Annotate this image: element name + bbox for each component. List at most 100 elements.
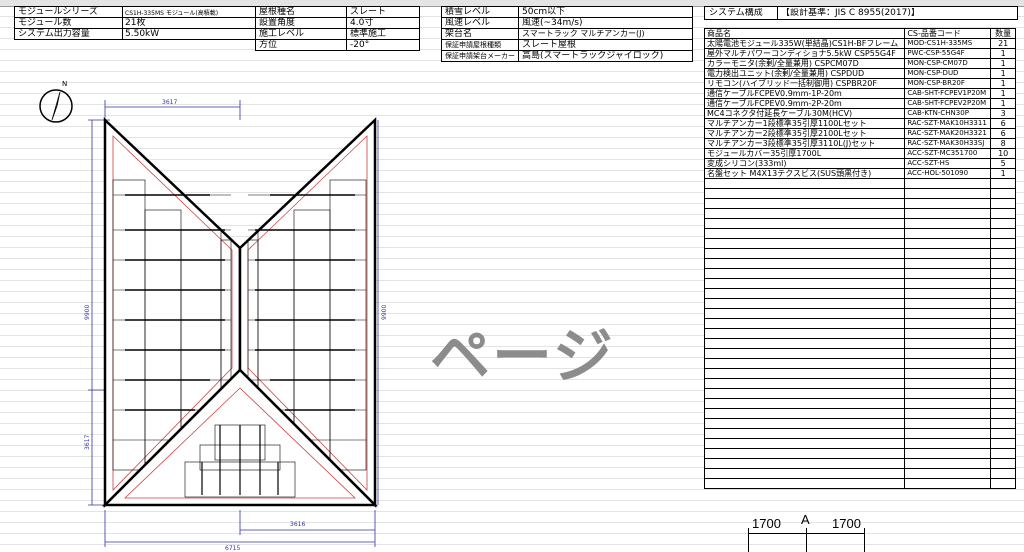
parts-cell-code[interactable]: CAB-SHT-FCPEV2P20M	[904, 98, 992, 109]
parts-cell-empty[interactable]	[990, 468, 1016, 479]
parts-cell-empty[interactable]	[703, 198, 906, 209]
parts-cell-code[interactable]: RAC-SZT-MAK30H33SJ	[904, 138, 992, 149]
parts-cell-empty[interactable]	[904, 328, 992, 339]
mount-name-value[interactable]: スマートラック マルチアンカー(J)	[522, 29, 645, 39]
parts-cell-empty[interactable]	[904, 258, 992, 269]
parts-cell-empty[interactable]	[703, 348, 906, 359]
parts-cell-code[interactable]: CAB-SHT-FCPEV1P20M	[904, 88, 992, 99]
parts-cell-empty[interactable]	[990, 428, 1016, 439]
parts-cell-empty[interactable]	[990, 398, 1016, 409]
parts-cell-code[interactable]: MOD-CS1H-335MS	[904, 38, 992, 49]
parts-cell-empty[interactable]	[990, 318, 1016, 329]
parts-cell-empty[interactable]	[990, 308, 1016, 319]
parts-cell-code[interactable]: MON-CSP-BR20F	[904, 78, 992, 89]
parts-cell-qty[interactable]: 21	[990, 38, 1016, 49]
parts-cell-code[interactable]: RAC-SZT-MAK20H3321	[904, 128, 992, 139]
parts-cell-empty[interactable]	[904, 358, 992, 369]
parts-cell-empty[interactable]	[990, 348, 1016, 359]
parts-cell-qty[interactable]: 1	[990, 48, 1016, 59]
parts-cell-empty[interactable]	[904, 468, 992, 479]
parts-cell-name[interactable]: モジュールカバー35引厚1700L	[703, 148, 906, 159]
parts-cell-code[interactable]: MON-CSP-DUD	[904, 68, 992, 79]
parts-cell-name[interactable]: リモコン(ハイブリッド一括制御用) CSPBR20F	[703, 78, 906, 89]
parts-cell-code[interactable]: CAB-KTN-CHN30P	[904, 108, 992, 119]
parts-cell-qty[interactable]: 6	[990, 118, 1016, 129]
system-output-value[interactable]: 5.50kW	[125, 29, 159, 39]
parts-cell-empty[interactable]	[904, 198, 992, 209]
parts-cell-qty[interactable]: 8	[990, 138, 1016, 149]
parts-cell-empty[interactable]	[990, 218, 1016, 229]
parts-cell-empty[interactable]	[990, 408, 1016, 419]
parts-cell-name[interactable]: 屋外マルチパワーコンディショナ5.5kW CSP55G4F	[703, 48, 906, 59]
parts-cell-name[interactable]: 太陽電池モジュール335W(単結晶)CS1H-BFフレーム	[703, 38, 906, 49]
parts-cell-empty[interactable]	[904, 218, 992, 229]
parts-cell-qty[interactable]: 1	[990, 58, 1016, 69]
parts-cell-empty[interactable]	[904, 288, 992, 299]
parts-cell-empty[interactable]	[990, 478, 1016, 489]
parts-cell-empty[interactable]	[990, 298, 1016, 309]
parts-cell-empty[interactable]	[904, 478, 992, 489]
parts-cell-empty[interactable]	[990, 178, 1016, 189]
parts-cell-empty[interactable]	[990, 278, 1016, 289]
parts-cell-empty[interactable]	[990, 198, 1016, 209]
parts-cell-empty[interactable]	[703, 318, 906, 329]
parts-cell-empty[interactable]	[703, 238, 906, 249]
parts-cell-name[interactable]: 通信ケーブルFCPEV0.9mm-2P-20m	[703, 98, 906, 109]
warranty-roof-value[interactable]: スレート屋根	[522, 40, 576, 50]
parts-cell-empty[interactable]	[703, 358, 906, 369]
parts-cell-empty[interactable]	[904, 308, 992, 319]
parts-cell-empty[interactable]	[990, 388, 1016, 399]
parts-cell-code[interactable]: MON-CSP-CM07D	[904, 58, 992, 69]
parts-cell-empty[interactable]	[703, 288, 906, 299]
module-count-value[interactable]: 21枚	[125, 18, 145, 28]
parts-cell-empty[interactable]	[703, 268, 906, 279]
parts-cell-qty[interactable]: 1	[990, 88, 1016, 99]
parts-cell-empty[interactable]	[990, 328, 1016, 339]
parts-cell-empty[interactable]	[703, 178, 906, 189]
wind-level-value[interactable]: 風速(~34m/s)	[522, 18, 583, 28]
parts-cell-code[interactable]: PWC-CSP-55G4F	[904, 48, 992, 59]
parts-cell-empty[interactable]	[904, 318, 992, 329]
parts-cell-empty[interactable]	[990, 288, 1016, 299]
parts-cell-empty[interactable]	[703, 298, 906, 309]
parts-cell-name[interactable]: 通信ケーブルFCPEV0.9mm-1P-20m	[703, 88, 906, 99]
parts-cell-empty[interactable]	[703, 458, 906, 469]
parts-cell-empty[interactable]	[703, 188, 906, 199]
parts-cell-empty[interactable]	[703, 418, 906, 429]
parts-cell-empty[interactable]	[703, 338, 906, 349]
parts-cell-empty[interactable]	[904, 238, 992, 249]
warranty-maker-value[interactable]: 高島(スマートラックジャイロック)	[522, 51, 663, 61]
parts-cell-empty[interactable]	[990, 378, 1016, 389]
parts-cell-empty[interactable]	[990, 458, 1016, 469]
parts-cell-empty[interactable]	[703, 388, 906, 399]
parts-cell-empty[interactable]	[703, 468, 906, 479]
parts-cell-empty[interactable]	[703, 208, 906, 219]
parts-cell-empty[interactable]	[703, 218, 906, 229]
parts-cell-name[interactable]: マルチアンカー1段標準35引厚1100Lセット	[703, 118, 906, 129]
parts-cell-empty[interactable]	[703, 378, 906, 389]
parts-cell-qty[interactable]: 1	[990, 68, 1016, 79]
parts-cell-qty[interactable]: 10	[990, 148, 1016, 159]
parts-cell-name[interactable]: マルチアンカー3段標準35引厚3110L(J)セット	[703, 138, 906, 149]
parts-cell-empty[interactable]	[703, 368, 906, 379]
parts-cell-empty[interactable]	[904, 178, 992, 189]
parts-cell-empty[interactable]	[990, 438, 1016, 449]
parts-cell-empty[interactable]	[990, 258, 1016, 269]
parts-cell-code[interactable]: RAC-SZT-MAK10H3311	[904, 118, 992, 129]
parts-cell-code[interactable]: ACC-SZT-MC351700	[904, 148, 992, 159]
parts-cell-empty[interactable]	[990, 418, 1016, 429]
parts-cell-empty[interactable]	[904, 448, 992, 459]
parts-cell-empty[interactable]	[904, 298, 992, 309]
parts-cell-code[interactable]: ACC-SZT-HS	[904, 158, 992, 169]
parts-cell-name[interactable]: 変成シリコン(333ml)	[703, 158, 906, 169]
parts-cell-qty[interactable]: 1	[990, 78, 1016, 89]
parts-cell-name[interactable]: 名盤セット M4X13テクスビス(SUS頭黒付き)	[703, 168, 906, 179]
parts-cell-empty[interactable]	[904, 348, 992, 359]
parts-cell-empty[interactable]	[990, 238, 1016, 249]
parts-cell-empty[interactable]	[703, 258, 906, 269]
parts-cell-empty[interactable]	[904, 418, 992, 429]
parts-cell-name[interactable]: カラーモニタ(余剰/全量兼用) CSPCM07D	[703, 58, 906, 69]
parts-cell-empty[interactable]	[904, 408, 992, 419]
snow-level-value[interactable]: 50cm以下	[522, 7, 565, 17]
parts-cell-empty[interactable]	[703, 278, 906, 289]
